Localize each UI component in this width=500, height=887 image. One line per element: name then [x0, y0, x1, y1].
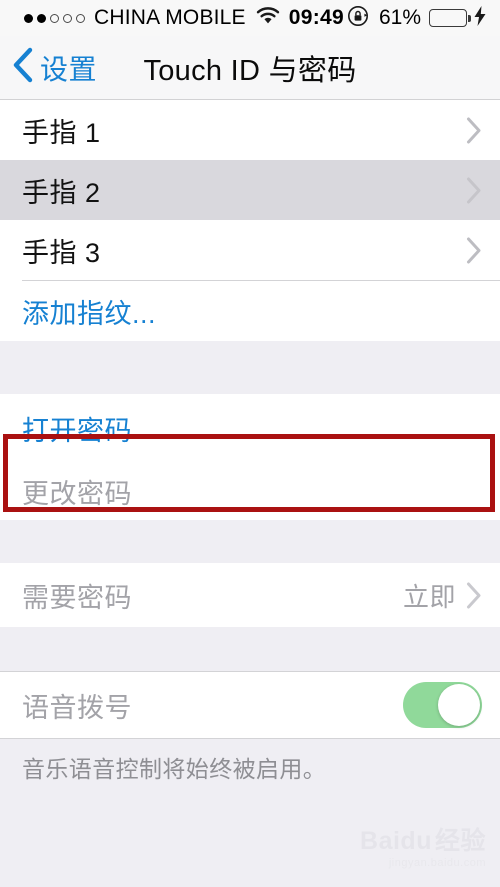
- back-button[interactable]: 设置: [12, 36, 97, 99]
- fingerprints-group: 手指 1 手指 2 手指 3 添加指纹...: [0, 100, 500, 341]
- chevron-right-icon: [466, 582, 482, 609]
- toggle-knob: [438, 684, 480, 726]
- navigation-bar: 设置 Touch ID 与密码: [0, 36, 500, 100]
- row-label: 语音拨号: [22, 692, 132, 723]
- row-label: 更改密码: [22, 478, 132, 509]
- voice-dial-footer-note: 音乐语音控制将始终被启用。: [22, 756, 327, 782]
- signal-strength-icon: [24, 13, 85, 23]
- phone-screen: CHINA MOBILE 09:49 61% 设置 Touch ID 与密码 手…: [0, 0, 500, 887]
- battery-icon: [429, 9, 471, 27]
- require-passcode-group: 需要密码 立即: [0, 563, 500, 627]
- battery-percentage: 61%: [378, 6, 421, 29]
- row-label: 需要密码: [22, 582, 132, 613]
- carrier-name: CHINA MOBILE: [94, 6, 246, 29]
- section-gap: [0, 341, 500, 394]
- row-turn-passcode-on[interactable]: 打开密码: [0, 394, 500, 462]
- chevron-right-icon: [466, 237, 482, 264]
- row-label: 手指 1: [22, 117, 101, 148]
- status-bar-left: CHINA MOBILE 09:49: [24, 6, 344, 30]
- settings-list[interactable]: 手指 1 手指 2 手指 3 添加指纹... 打开密码 更改密码 需要密码 立即…: [0, 100, 500, 887]
- row-finger-1[interactable]: 手指 1: [0, 100, 500, 160]
- row-value: 立即: [402, 581, 456, 612]
- row-label: 添加指纹...: [22, 298, 157, 329]
- status-bar-right: 61%: [347, 5, 486, 32]
- row-add-fingerprint[interactable]: 添加指纹...: [0, 281, 500, 341]
- chevron-right-icon: [466, 117, 482, 144]
- row-finger-3[interactable]: 手指 3: [0, 220, 500, 280]
- clock: 09:49: [288, 6, 344, 29]
- row-label: 手指 2: [22, 177, 101, 208]
- section-gap: [0, 627, 500, 671]
- row-label: 打开密码: [22, 415, 132, 446]
- row-label: 手指 3: [22, 237, 101, 268]
- back-button-label: 设置: [40, 53, 98, 85]
- voice-dial-toggle[interactable]: [403, 682, 482, 728]
- status-bar: CHINA MOBILE 09:49 61%: [0, 0, 500, 36]
- row-voice-dial: 语音拨号: [0, 672, 500, 738]
- chevron-left-icon: [12, 47, 34, 88]
- row-finger-2[interactable]: 手指 2: [0, 160, 500, 220]
- chevron-right-icon: [466, 177, 482, 204]
- lightning-bolt-icon: [474, 5, 486, 31]
- wifi-icon: [256, 6, 280, 30]
- row-change-passcode: 更改密码: [0, 462, 500, 520]
- passcode-group: 打开密码 更改密码: [0, 394, 500, 520]
- row-require-passcode: 需要密码 立即: [0, 563, 500, 627]
- voice-dial-group: 语音拨号: [0, 671, 500, 739]
- section-gap: [0, 520, 500, 563]
- rotation-lock-icon: [347, 5, 369, 32]
